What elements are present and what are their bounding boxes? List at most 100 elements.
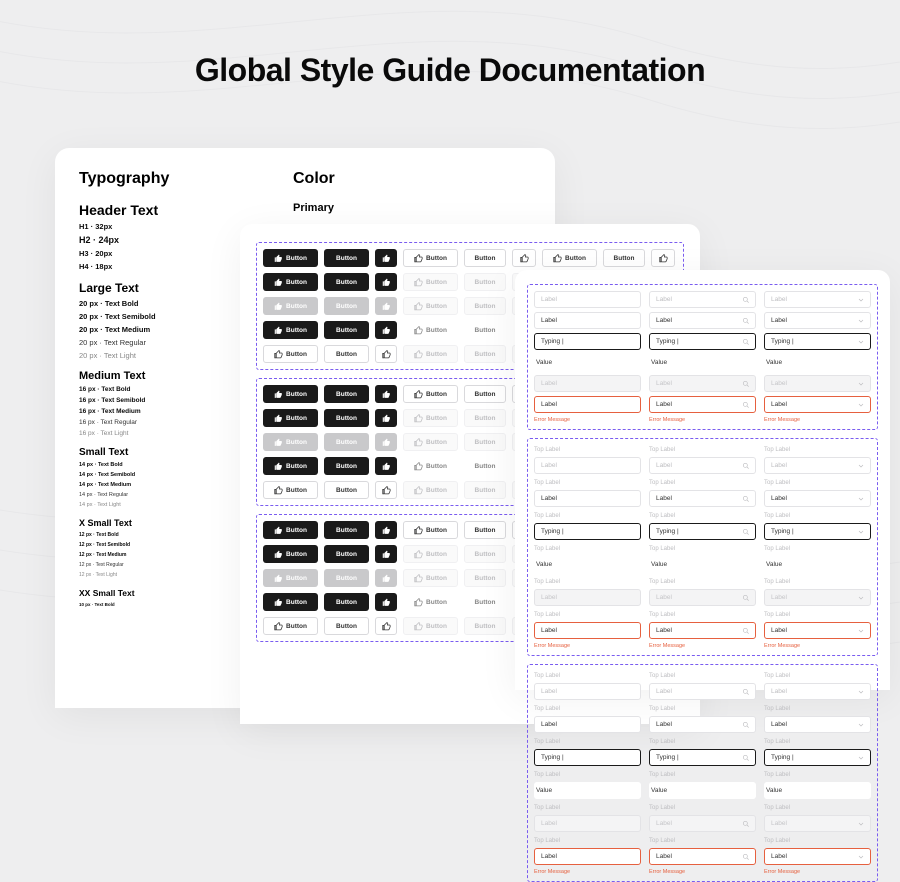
input-field[interactable]: Value xyxy=(649,354,756,371)
input-field[interactable]: Typing | xyxy=(764,333,871,350)
button-sample[interactable]: Button xyxy=(324,593,369,611)
button-sample[interactable]: Button xyxy=(324,617,369,635)
input-field[interactable]: Label xyxy=(764,375,871,392)
button-sample[interactable]: Button xyxy=(324,297,369,315)
button-sample[interactable]: Button xyxy=(263,545,318,563)
button-sample[interactable]: Button xyxy=(464,521,506,539)
button-sample[interactable]: Button xyxy=(464,569,506,587)
button-sample[interactable]: Button xyxy=(464,409,506,427)
input-field[interactable]: Typing | xyxy=(649,749,756,766)
button-sample[interactable] xyxy=(375,249,397,267)
button-sample[interactable]: Button xyxy=(324,433,369,451)
button-sample[interactable]: Button xyxy=(464,457,506,475)
button-sample[interactable]: Button xyxy=(403,249,458,267)
input-field[interactable]: Label xyxy=(764,291,871,308)
button-sample[interactable] xyxy=(375,481,397,499)
button-sample[interactable]: Button xyxy=(464,321,506,339)
button-sample[interactable] xyxy=(375,345,397,363)
button-sample[interactable] xyxy=(375,321,397,339)
button-sample[interactable]: Button xyxy=(403,345,458,363)
input-field[interactable]: Typing | xyxy=(649,333,756,350)
button-sample[interactable]: Button xyxy=(464,249,506,267)
button-sample[interactable] xyxy=(375,297,397,315)
button-sample[interactable] xyxy=(375,569,397,587)
button-sample[interactable]: Button xyxy=(324,545,369,563)
input-field[interactable]: Typing | xyxy=(534,749,641,766)
input-field[interactable]: Label xyxy=(764,815,871,832)
button-sample[interactable]: Button xyxy=(403,617,458,635)
button-sample[interactable]: Button xyxy=(324,457,369,475)
button-sample[interactable]: Button xyxy=(403,297,458,315)
button-sample[interactable]: Button xyxy=(263,385,318,403)
button-sample[interactable]: Button xyxy=(464,385,506,403)
input-field[interactable]: Label xyxy=(534,848,641,865)
input-field[interactable]: Label xyxy=(764,490,871,507)
input-field[interactable]: Label xyxy=(649,312,756,329)
input-field[interactable]: Label xyxy=(764,848,871,865)
button-sample[interactable]: Button xyxy=(603,249,645,267)
button-sample[interactable] xyxy=(512,249,536,267)
input-field[interactable]: Label xyxy=(649,683,756,700)
button-sample[interactable]: Button xyxy=(324,249,369,267)
input-field[interactable]: Label xyxy=(764,396,871,413)
input-field[interactable]: Label xyxy=(534,490,641,507)
button-sample[interactable]: Button xyxy=(263,249,318,267)
input-field[interactable]: Label xyxy=(649,848,756,865)
button-sample[interactable]: Button xyxy=(542,249,597,267)
button-sample[interactable]: Button xyxy=(403,521,458,539)
input-field[interactable]: Label xyxy=(534,457,641,474)
input-field[interactable]: Label xyxy=(534,589,641,606)
button-sample[interactable]: Button xyxy=(464,273,506,291)
button-sample[interactable]: Button xyxy=(403,433,458,451)
input-field[interactable]: Label xyxy=(649,375,756,392)
button-sample[interactable]: Button xyxy=(403,593,458,611)
input-field[interactable]: Label xyxy=(534,396,641,413)
button-sample[interactable]: Button xyxy=(324,569,369,587)
button-sample[interactable]: Button xyxy=(324,345,369,363)
input-field[interactable]: Value xyxy=(534,556,641,573)
input-field[interactable]: Typing | xyxy=(649,523,756,540)
input-field[interactable]: Label xyxy=(764,683,871,700)
button-sample[interactable]: Button xyxy=(263,409,318,427)
button-sample[interactable]: Button xyxy=(263,297,318,315)
button-sample[interactable]: Button xyxy=(464,433,506,451)
button-sample[interactable]: Button xyxy=(263,617,318,635)
input-field[interactable]: Typing | xyxy=(534,333,641,350)
input-field[interactable]: Typing | xyxy=(534,523,641,540)
input-field[interactable]: Value xyxy=(764,782,871,799)
button-sample[interactable] xyxy=(651,249,675,267)
button-sample[interactable]: Button xyxy=(464,297,506,315)
input-field[interactable]: Value xyxy=(649,782,756,799)
input-field[interactable]: Label xyxy=(764,716,871,733)
button-sample[interactable]: Button xyxy=(464,481,506,499)
input-field[interactable]: Label xyxy=(649,622,756,639)
button-sample[interactable]: Button xyxy=(464,345,506,363)
button-sample[interactable]: Button xyxy=(403,273,458,291)
button-sample[interactable]: Button xyxy=(464,545,506,563)
button-sample[interactable] xyxy=(375,593,397,611)
input-field[interactable]: Label xyxy=(764,457,871,474)
button-sample[interactable]: Button xyxy=(403,409,458,427)
button-sample[interactable] xyxy=(375,385,397,403)
button-sample[interactable]: Button xyxy=(263,481,318,499)
button-sample[interactable]: Button xyxy=(403,545,458,563)
button-sample[interactable] xyxy=(375,409,397,427)
button-sample[interactable]: Button xyxy=(324,273,369,291)
button-sample[interactable]: Button xyxy=(324,409,369,427)
input-field[interactable]: Label xyxy=(534,375,641,392)
button-sample[interactable]: Button xyxy=(403,385,458,403)
button-sample[interactable]: Button xyxy=(403,321,458,339)
input-field[interactable]: Label xyxy=(649,815,756,832)
button-sample[interactable]: Button xyxy=(324,385,369,403)
button-sample[interactable] xyxy=(375,457,397,475)
input-field[interactable]: Label xyxy=(649,457,756,474)
input-field[interactable]: Label xyxy=(534,716,641,733)
button-sample[interactable] xyxy=(375,521,397,539)
button-sample[interactable] xyxy=(375,433,397,451)
input-field[interactable]: Value xyxy=(534,782,641,799)
input-field[interactable]: Label xyxy=(649,716,756,733)
button-sample[interactable]: Button xyxy=(324,481,369,499)
input-field[interactable]: Label xyxy=(649,589,756,606)
button-sample[interactable]: Button xyxy=(464,593,506,611)
input-field[interactable]: Typing | xyxy=(764,749,871,766)
